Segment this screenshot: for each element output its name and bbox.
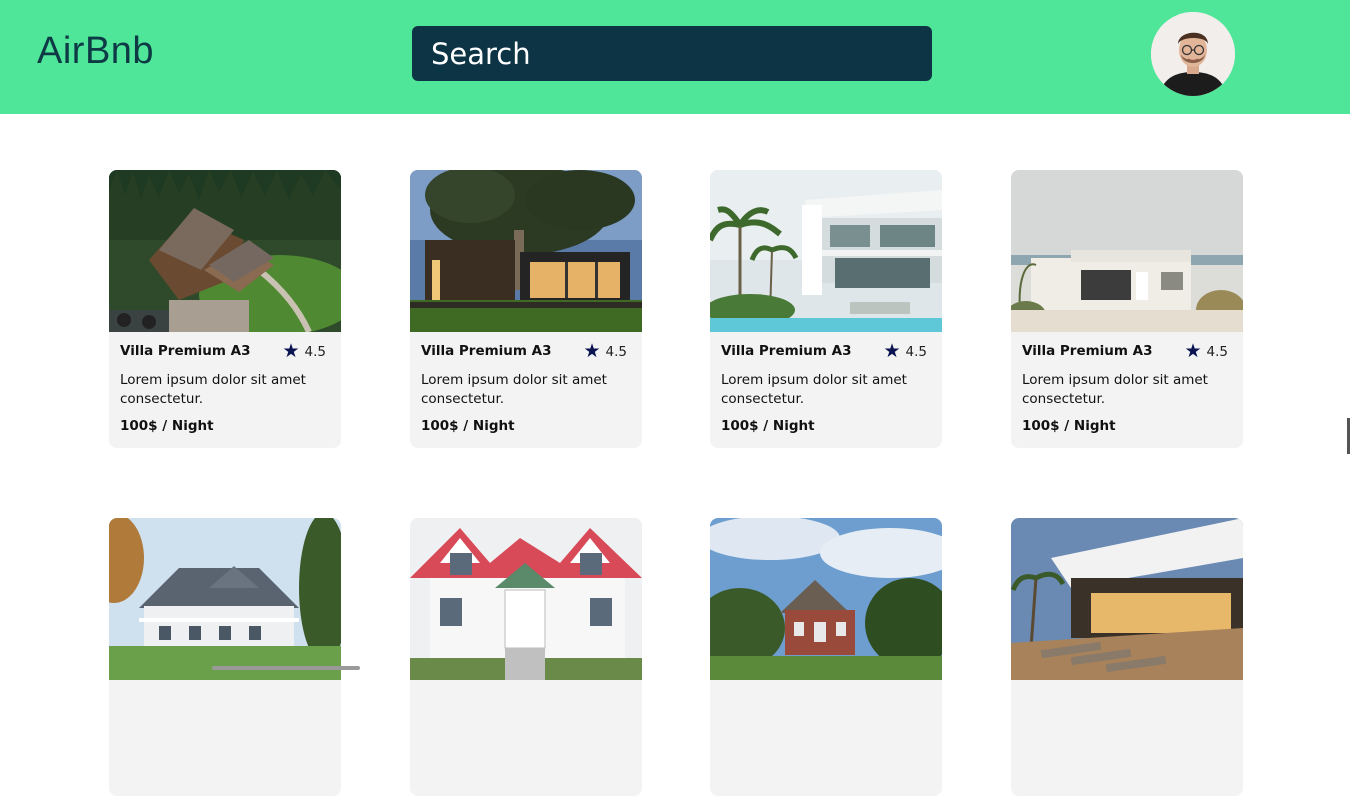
user-avatar[interactable] — [1151, 12, 1235, 96]
listing-rating: ★ 4.5 — [282, 342, 326, 361]
app-logo[interactable]: AirBnb — [37, 30, 154, 73]
listing-title: Villa Premium A3 — [1022, 343, 1153, 359]
listing-photo — [410, 170, 642, 332]
star-icon: ★ — [282, 340, 300, 362]
search-input[interactable]: Search — [412, 26, 932, 81]
search-placeholder: Search — [431, 36, 531, 71]
listing-card[interactable] — [710, 518, 942, 796]
rating-value: 4.5 — [905, 343, 927, 360]
star-icon: ★ — [583, 340, 601, 362]
listing-rating: ★ 4.5 — [883, 342, 927, 361]
listing-photo — [710, 518, 942, 680]
listing-rating: ★ 4.5 — [1184, 342, 1228, 361]
listing-title: Villa Premium A3 — [721, 343, 852, 359]
listing-photo — [710, 170, 942, 332]
listing-photo — [1011, 170, 1243, 332]
rating-value: 4.5 — [1206, 343, 1228, 360]
listing-card[interactable]: Villa Premium A3 ★ 4.5 Lorem ipsum dolor… — [109, 170, 341, 448]
listing-card[interactable] — [109, 518, 341, 796]
user-avatar-image — [1151, 12, 1235, 96]
listing-price: 100$ / Night — [721, 418, 815, 434]
listing-description: Lorem ipsum dolor sit amet consectetur. — [120, 372, 306, 407]
listing-price: 100$ / Night — [120, 418, 214, 434]
listing-photo — [1011, 518, 1243, 680]
listing-photo — [410, 518, 642, 680]
listing-card[interactable] — [1011, 518, 1243, 796]
listing-card[interactable] — [410, 518, 642, 796]
star-icon: ★ — [1184, 340, 1202, 362]
listing-price: 100$ / Night — [1022, 418, 1116, 434]
listing-photo — [109, 518, 341, 680]
listing-price: 100$ / Night — [421, 418, 515, 434]
horizontal-scrollbar[interactable] — [212, 666, 360, 670]
listing-card[interactable]: Villa Premium A3 ★ 4.5 Lorem ipsum dolor… — [410, 170, 642, 448]
rating-value: 4.5 — [605, 343, 627, 360]
listing-description: Lorem ipsum dolor sit amet consectetur. — [721, 372, 907, 407]
star-icon: ★ — [883, 340, 901, 362]
listing-description: Lorem ipsum dolor sit amet consectetur. — [1022, 372, 1208, 407]
listing-photo — [109, 170, 341, 332]
listing-title: Villa Premium A3 — [421, 343, 552, 359]
top-header: AirBnb Search — [0, 0, 1350, 114]
listing-rating: ★ 4.5 — [583, 342, 627, 361]
listing-title: Villa Premium A3 — [120, 343, 251, 359]
rating-value: 4.5 — [304, 343, 326, 360]
listing-description: Lorem ipsum dolor sit amet consectetur. — [421, 372, 607, 407]
listing-card[interactable]: Villa Premium A3 ★ 4.5 Lorem ipsum dolor… — [1011, 170, 1243, 448]
listing-card[interactable]: Villa Premium A3 ★ 4.5 Lorem ipsum dolor… — [710, 170, 942, 448]
